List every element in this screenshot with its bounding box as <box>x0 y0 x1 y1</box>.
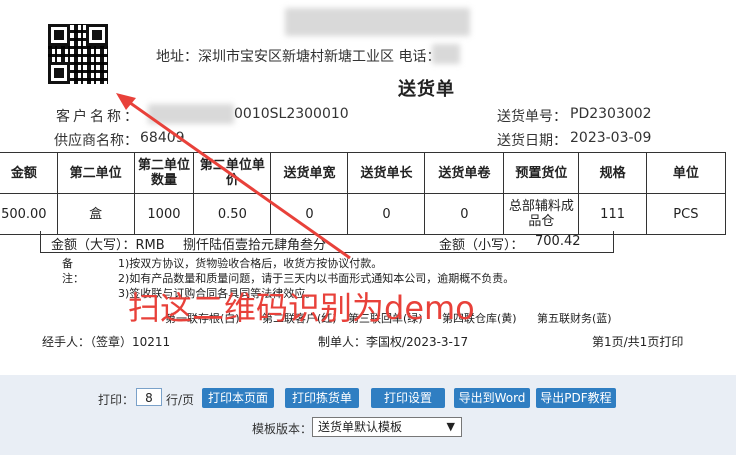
export-word-button[interactable]: 导出到Word <box>454 388 530 408</box>
template-select[interactable]: 送货单默认模板 ▼ <box>312 417 462 437</box>
print-settings-button[interactable]: 打印设置 <box>371 388 445 408</box>
rows-unit-label: 行/页 <box>166 393 195 407</box>
print-toolbar <box>0 375 736 455</box>
print-label: 打印： <box>98 393 135 407</box>
print-page-button[interactable]: 打印本页面 <box>202 388 274 408</box>
annotation-text: 扫这二维码识别为demo <box>128 289 475 327</box>
print-pick-list-button[interactable]: 打印拣货单 <box>285 388 359 408</box>
template-label: 模板版本： <box>252 422 313 436</box>
chevron-down-icon: ▼ <box>446 420 455 433</box>
rows-per-page-input[interactable]: 8 <box>136 388 162 406</box>
export-pdf-tutorial-button[interactable]: 导出PDF教程 <box>536 388 616 408</box>
template-select-value: 送货单默认模板 <box>318 420 403 434</box>
delivery-note-document: 地址：深圳市宝安区新塘村新塘工业区 电话： 送货单 客户名称： 0010SL23… <box>0 0 736 375</box>
